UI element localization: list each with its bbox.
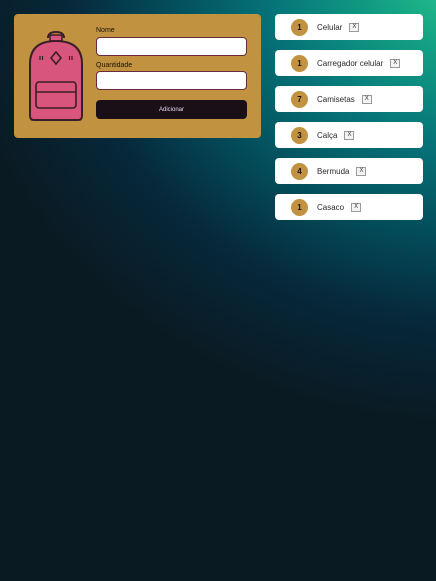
list-item: 1 Celular X (275, 14, 423, 40)
item-name: Camisetas (317, 94, 355, 104)
quantity-label: Quantidade (96, 62, 133, 69)
item-name: Bermuda (317, 166, 350, 176)
quantity-badge: 3 (291, 126, 308, 144)
quantity-badge: 1 (291, 54, 308, 72)
item-name: Carregador celular (317, 58, 384, 68)
item-name: Calça (317, 130, 338, 140)
remove-button[interactable]: X (356, 166, 367, 176)
quantity-badge: 4 (291, 162, 308, 180)
remove-button[interactable]: X (349, 22, 360, 32)
add-button[interactable]: Adicionar (96, 100, 247, 119)
list-item: 1 Casaco X (275, 194, 423, 220)
backpack-icon (29, 30, 83, 121)
item-name: Casaco (317, 202, 345, 212)
list-item: 7 Camisetas X (275, 86, 423, 112)
remove-button[interactable]: X (351, 202, 362, 212)
list-item: 4 Bermuda X (275, 158, 423, 184)
remove-button[interactable]: X (344, 130, 355, 140)
list-item: 1 Carregador celular X (275, 50, 423, 76)
item-list: 1 Celular X 1 Carregador celular X 7 Cam… (275, 14, 423, 230)
remove-button[interactable]: X (361, 94, 372, 104)
list-item: 3 Calça X (275, 122, 423, 148)
quantity-badge: 7 (291, 90, 308, 108)
add-item-form: Nome Quantidade Adicionar (14, 14, 261, 138)
name-label: Nome (96, 27, 115, 34)
quantity-badge: 1 (291, 18, 308, 36)
quantity-badge: 1 (291, 198, 308, 216)
name-input[interactable] (96, 37, 247, 56)
item-name: Celular (317, 22, 343, 32)
quantity-input[interactable] (96, 71, 247, 90)
remove-button[interactable]: X (390, 58, 401, 68)
